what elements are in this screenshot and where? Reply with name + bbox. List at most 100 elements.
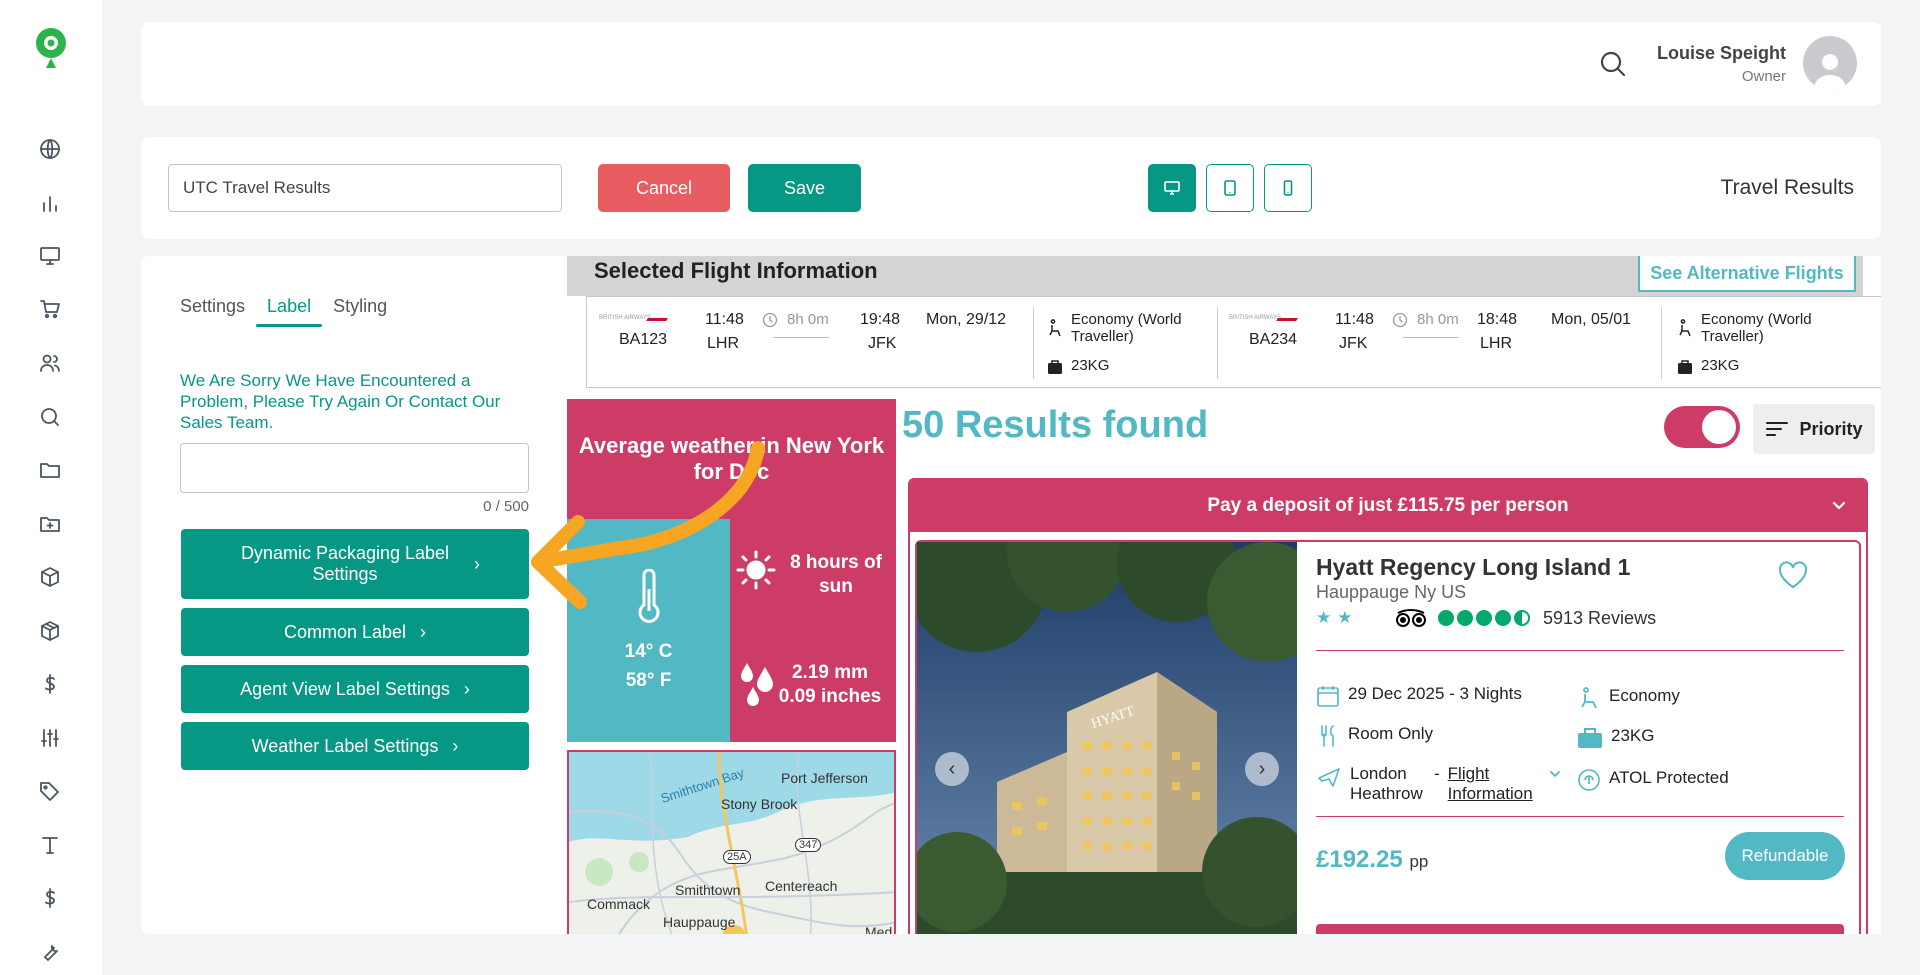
flight-summary-row: BRITISH AIRWAYS BA123 11:48 LHR 8h 0m 19… xyxy=(586,296,1881,388)
dollar-icon[interactable] xyxy=(35,669,65,699)
tripadvisor-rating xyxy=(1438,610,1530,626)
search-icon[interactable] xyxy=(1598,49,1628,79)
avatar[interactable] xyxy=(1803,36,1857,90)
sliders-icon[interactable] xyxy=(35,723,65,753)
tab-label[interactable]: Label xyxy=(256,296,323,327)
carousel-prev-button[interactable]: ‹ xyxy=(935,752,969,786)
divider xyxy=(1661,307,1662,379)
users-icon[interactable] xyxy=(35,348,65,378)
baggage-icon xyxy=(1048,360,1062,374)
rating-bubble xyxy=(1476,610,1492,626)
carousel-next-button[interactable]: › xyxy=(1245,752,1279,786)
cutlery-icon xyxy=(1321,725,1334,747)
flight-information-link[interactable]: Flight Information xyxy=(1448,764,1540,804)
board-basis: Room Only xyxy=(1316,724,1433,748)
page-title: Travel Results xyxy=(1720,176,1854,199)
hotel-image: HYATT xyxy=(917,542,1297,934)
map-label: 25A xyxy=(723,850,751,864)
arrival-airport: LHR xyxy=(1480,335,1513,352)
dynamic-packaging-label-text: Dynamic Packaging Label Settings xyxy=(240,543,450,584)
results-toggle[interactable] xyxy=(1664,406,1740,448)
book-button[interactable] xyxy=(1316,924,1844,934)
temperature-box: 14° C 58° F xyxy=(567,519,730,742)
weather-widget: Average weather in New York for Dec 14° … xyxy=(567,399,896,742)
tab-styling[interactable]: Styling xyxy=(322,296,398,327)
divider xyxy=(1033,307,1034,379)
price-amount: £192.25 xyxy=(1316,846,1403,873)
error-message-textarea[interactable] xyxy=(180,443,529,493)
departure-time: 11:48 xyxy=(1335,311,1374,328)
dash-separator: - xyxy=(1434,764,1440,783)
folder-plus-icon[interactable] xyxy=(35,509,65,539)
settings-tabs: Settings Label Styling xyxy=(180,296,398,327)
baggage-allowance: 23KG xyxy=(1701,357,1740,374)
hotel-name[interactable]: Hyatt Regency Long Island 1 xyxy=(1316,554,1630,581)
baggage-allowance: 23KG xyxy=(1071,357,1110,374)
tablet-view-button[interactable] xyxy=(1206,164,1254,212)
divider xyxy=(1316,816,1844,817)
deposit-banner[interactable]: Pay a deposit of just £115.75 per person xyxy=(910,480,1866,532)
map-label: Smithtown xyxy=(675,882,741,898)
luggage-icon xyxy=(1578,728,1602,748)
seat-icon xyxy=(1049,319,1061,337)
arrow-right-icon xyxy=(1403,337,1459,338)
app-logo[interactable] xyxy=(32,26,70,70)
results-preview: Selected Flight Information See Alternat… xyxy=(567,256,1881,934)
common-label-button[interactable]: Common Label › xyxy=(181,608,529,656)
wrench-icon[interactable] xyxy=(35,937,65,967)
label-settings-panel: Settings Label Styling We Are Sorry We H… xyxy=(141,256,567,934)
tag-icon[interactable] xyxy=(35,776,65,806)
selected-flight-header: Selected Flight Information See Alternat… xyxy=(567,256,1863,296)
hotel-details: HYATT ‹ › Hyatt Regency Long Island 1 Ha… xyxy=(915,540,1861,934)
agent-view-label-button[interactable]: Agent View Label Settings › xyxy=(181,665,529,713)
chevron-down-icon[interactable] xyxy=(1548,767,1562,781)
hotel-location: Hauppauge Ny US xyxy=(1316,582,1467,602)
currency-icon[interactable] xyxy=(35,883,65,913)
globe-icon[interactable] xyxy=(35,134,65,164)
package-icon[interactable] xyxy=(35,616,65,646)
page-name-input[interactable] xyxy=(168,164,562,212)
save-button[interactable]: Save xyxy=(748,164,861,212)
clock-icon xyxy=(762,312,778,328)
tab-settings[interactable]: Settings xyxy=(180,296,256,327)
location-map[interactable]: Smithtown Bay Port Jefferson Stony Brook… xyxy=(567,750,896,934)
sort-priority-button[interactable]: Priority xyxy=(1753,404,1875,454)
desktop-view-button[interactable] xyxy=(1148,164,1196,212)
thermometer-icon xyxy=(638,569,660,623)
dynamic-packaging-label-button[interactable]: Dynamic Packaging Label Settings › xyxy=(181,529,529,599)
map-label: Med xyxy=(865,924,893,934)
search-nav-icon[interactable] xyxy=(35,402,65,432)
error-message-label: We Are Sorry We Have Encountered a Probl… xyxy=(180,371,501,432)
see-alternative-flights-button[interactable]: See Alternative Flights xyxy=(1638,256,1856,292)
desktop-icon xyxy=(1164,181,1180,195)
board-basis-text: Room Only xyxy=(1348,724,1434,743)
tablet-icon xyxy=(1224,180,1236,196)
header-bar: Louise Speight Owner xyxy=(141,22,1881,106)
airline-logo-mark xyxy=(646,318,668,321)
baggage-icon xyxy=(1678,360,1692,374)
seat-icon xyxy=(1581,687,1597,709)
mobile-view-button[interactable] xyxy=(1264,164,1312,212)
sort-icon xyxy=(1766,422,1789,436)
cancel-button[interactable]: Cancel xyxy=(598,164,730,212)
flight-leg-return: BRITISH AIRWAYS BA234 11:48 JFK 8h 0m 18… xyxy=(1217,297,1877,387)
review-count[interactable]: 5913 Reviews xyxy=(1543,608,1656,629)
rainfall-inches: 0.09 inches xyxy=(778,686,882,707)
rating-bubble xyxy=(1438,610,1454,626)
heart-icon[interactable] xyxy=(1777,560,1809,590)
clock-icon xyxy=(1392,312,1408,328)
box-icon[interactable] xyxy=(35,562,65,592)
weather-label-text: Weather Label Settings xyxy=(251,735,439,756)
chevron-down-icon[interactable] xyxy=(1830,496,1848,514)
monitor-icon[interactable] xyxy=(35,241,65,271)
chevron-right-icon: › xyxy=(463,678,470,699)
text-icon[interactable] xyxy=(35,830,65,860)
departure-airport: LHR xyxy=(707,335,740,352)
calendar-icon xyxy=(1317,686,1339,707)
folder-icon[interactable] xyxy=(35,455,65,485)
weather-label-button[interactable]: Weather Label Settings › xyxy=(181,722,529,770)
user-role: Owner xyxy=(1741,68,1786,85)
cart-icon[interactable] xyxy=(35,294,65,324)
hotel-photo: HYATT ‹ › xyxy=(917,542,1297,934)
bar-chart-icon[interactable] xyxy=(35,188,65,218)
